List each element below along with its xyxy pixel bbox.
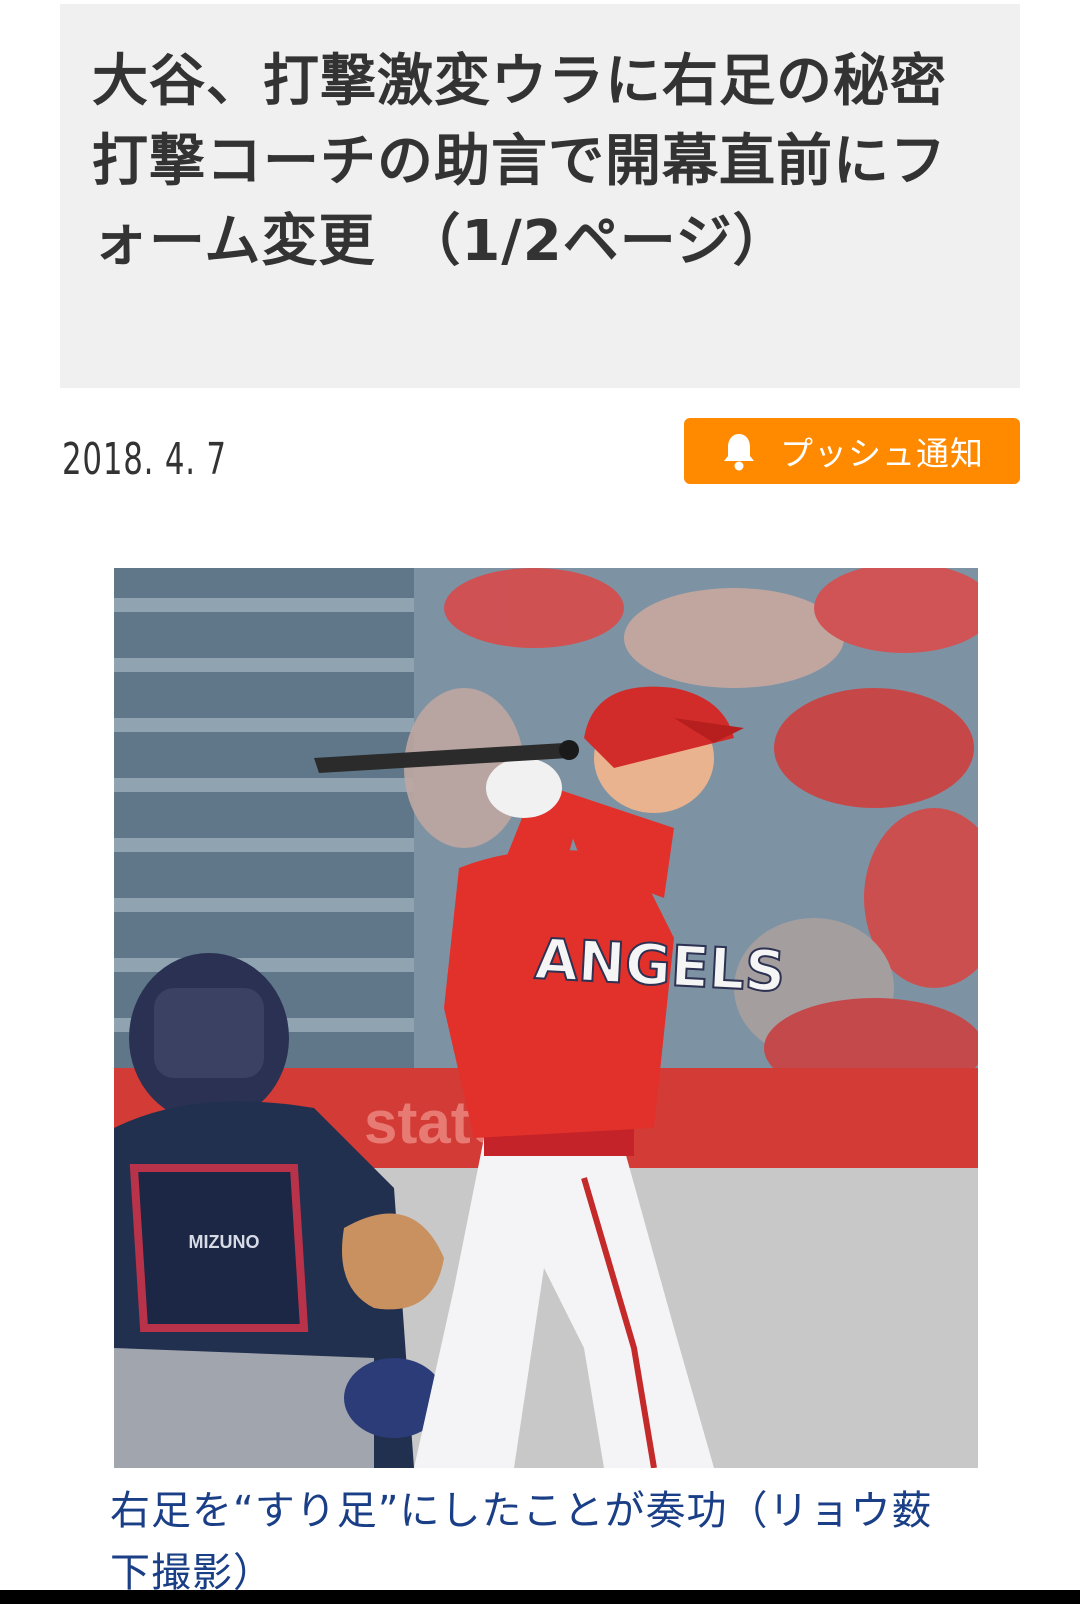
bottom-bar	[0, 1590, 1080, 1604]
article-title: 大谷、打撃激変ウラに右足の秘密 打撃コーチの助言で開幕直前にフォーム変更 （1/…	[92, 49, 1004, 274]
push-notification-button[interactable]: プッシュ通知	[684, 418, 1020, 484]
article-meta: 2018. 4. 7 プッシュ通知	[60, 418, 1020, 486]
baseball-photo: state MIZUNO ANGELS	[114, 568, 978, 1468]
article-photo: state MIZUNO ANGELS	[114, 568, 978, 1468]
gear-logo: MIZUNO	[189, 1232, 260, 1252]
photo-caption: 右足を“すり足”にしたことが奏功（リョウ薮下撮影）	[110, 1488, 933, 1596]
article-title-box: 大谷、打撃激変ウラに右足の秘密 打撃コーチの助言で開幕直前にフォーム変更 （1/…	[60, 4, 1020, 388]
push-notification-label: プッシュ通知	[780, 434, 984, 473]
article-date: 2018. 4. 7	[62, 434, 227, 485]
bell-icon	[724, 434, 754, 471]
jersey-text: ANGELS	[533, 927, 787, 1005]
